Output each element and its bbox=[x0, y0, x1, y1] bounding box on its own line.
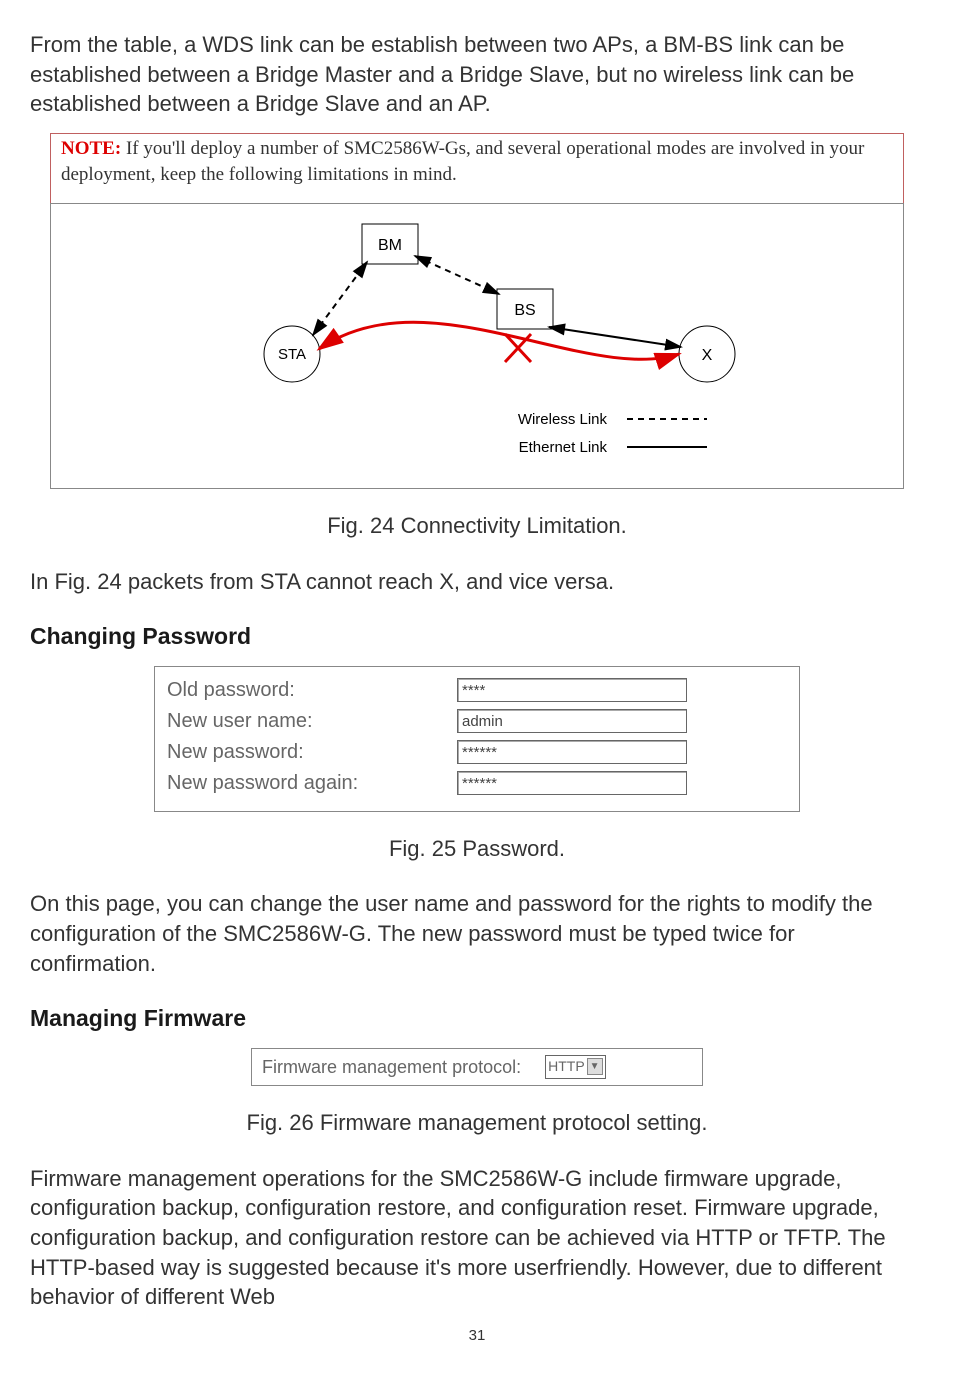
node-bm-label: BM bbox=[378, 237, 402, 254]
note-header: NOTE: If you'll deploy a number of SMC25… bbox=[61, 136, 893, 187]
node-sta-label: STA bbox=[278, 346, 306, 363]
old-password-label: Old password: bbox=[167, 677, 457, 704]
legend-wireless-label: Wireless Link bbox=[518, 411, 608, 428]
firmware-protocol-label: Firmware management protocol: bbox=[262, 1055, 521, 1079]
chevron-down-icon: ▼ bbox=[587, 1058, 603, 1076]
firmware-protocol-value: HTTP bbox=[548, 1057, 585, 1076]
connectivity-diagram: BM STA BS X Wireless Link Ethernet Link bbox=[50, 203, 904, 489]
new-password-again-input[interactable] bbox=[457, 771, 687, 795]
node-bs-label: BS bbox=[514, 302, 535, 319]
heading-managing-firmware: Managing Firmware bbox=[30, 1003, 924, 1034]
fig25-caption: Fig. 25 Password. bbox=[30, 834, 924, 864]
firmware-protocol-select[interactable]: HTTP ▼ bbox=[545, 1055, 605, 1079]
legend-ethernet-label: Ethernet Link bbox=[519, 439, 608, 456]
after-fig24-paragraph: In Fig. 24 packets from STA cannot reach… bbox=[30, 567, 924, 597]
note-box: NOTE: If you'll deploy a number of SMC25… bbox=[50, 133, 904, 204]
new-user-label: New user name: bbox=[167, 708, 457, 735]
firmware-form: Firmware management protocol: HTTP ▼ bbox=[251, 1048, 703, 1086]
heading-changing-password: Changing Password bbox=[30, 621, 924, 652]
intro-paragraph: From the table, a WDS link can be establ… bbox=[30, 30, 924, 119]
row-new-password: New password: bbox=[167, 739, 787, 766]
page-number: 31 bbox=[30, 1326, 924, 1346]
firmware-paragraph: Firmware management operations for the S… bbox=[30, 1164, 924, 1312]
new-user-input[interactable] bbox=[457, 709, 687, 733]
password-paragraph: On this page, you can change the user na… bbox=[30, 889, 924, 978]
new-password-input[interactable] bbox=[457, 740, 687, 764]
note-label: NOTE: bbox=[61, 138, 121, 159]
new-password-again-label: New password again: bbox=[167, 770, 457, 797]
fig24-caption: Fig. 24 Connectivity Limitation. bbox=[30, 511, 924, 541]
note-text: If you'll deploy a number of SMC2586W-Gs… bbox=[61, 138, 864, 185]
row-new-password-again: New password again: bbox=[167, 770, 787, 797]
new-password-label: New password: bbox=[167, 739, 457, 766]
row-new-user: New user name: bbox=[167, 708, 787, 735]
password-form: Old password: New user name: New passwor… bbox=[154, 666, 800, 812]
node-x-label: X bbox=[702, 347, 713, 364]
fig26-caption: Fig. 26 Firmware management protocol set… bbox=[30, 1108, 924, 1138]
row-old-password: Old password: bbox=[167, 677, 787, 704]
old-password-input[interactable] bbox=[457, 678, 687, 702]
diagram-svg: BM STA BS X Wireless Link Ethernet Link bbox=[127, 214, 827, 474]
